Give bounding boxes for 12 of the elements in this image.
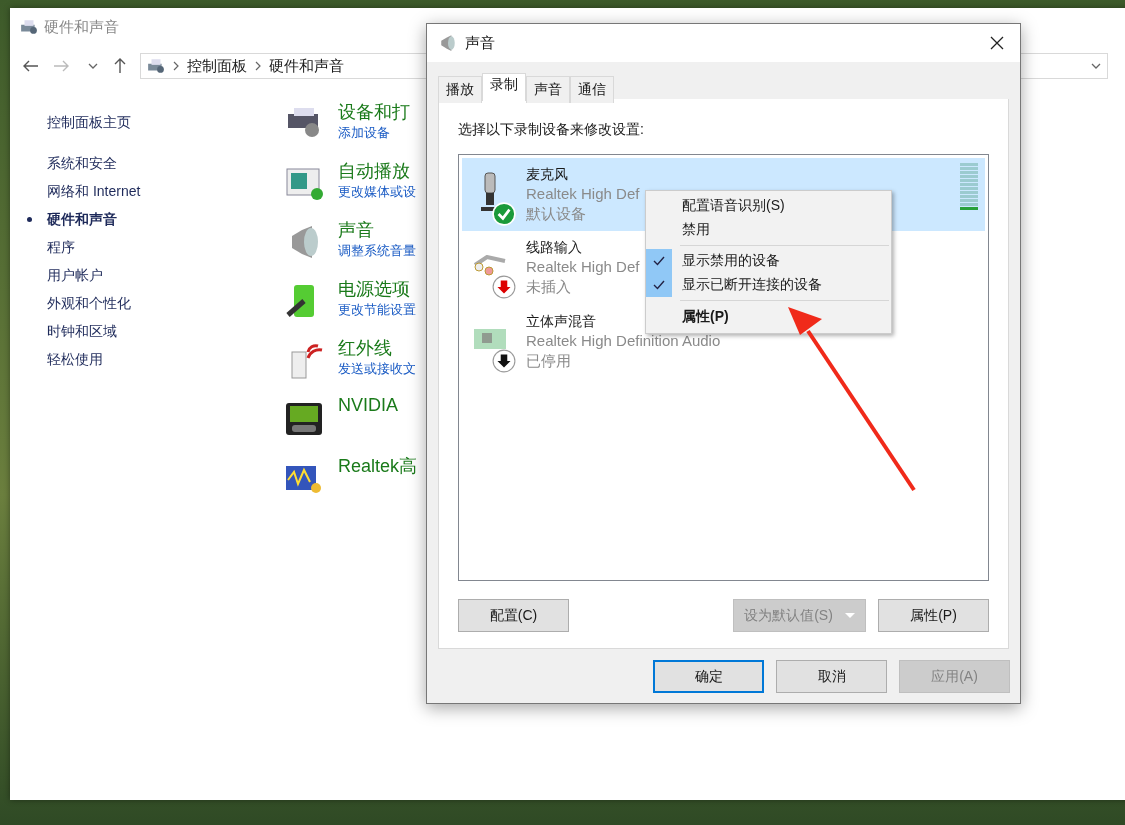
instruction-text: 选择以下录制设备来修改设置: [458, 121, 645, 139]
device-driver: Realtek High Definition Audio [526, 331, 721, 351]
device-driver: Realtek High Def [526, 184, 640, 204]
device-name: 线路输入 [526, 238, 582, 257]
device-status: 已停用 [526, 351, 571, 371]
device-status: 默认设备 [526, 204, 586, 224]
device-driver: Realtek High Def [526, 257, 640, 277]
window-title: 硬件和声音 [44, 17, 119, 37]
dialog-title: 声音 [465, 33, 495, 53]
device-name: 立体声混音 [526, 312, 596, 331]
device-status: 未插入 [526, 277, 571, 297]
device-name: 麦克风 [526, 165, 568, 184]
